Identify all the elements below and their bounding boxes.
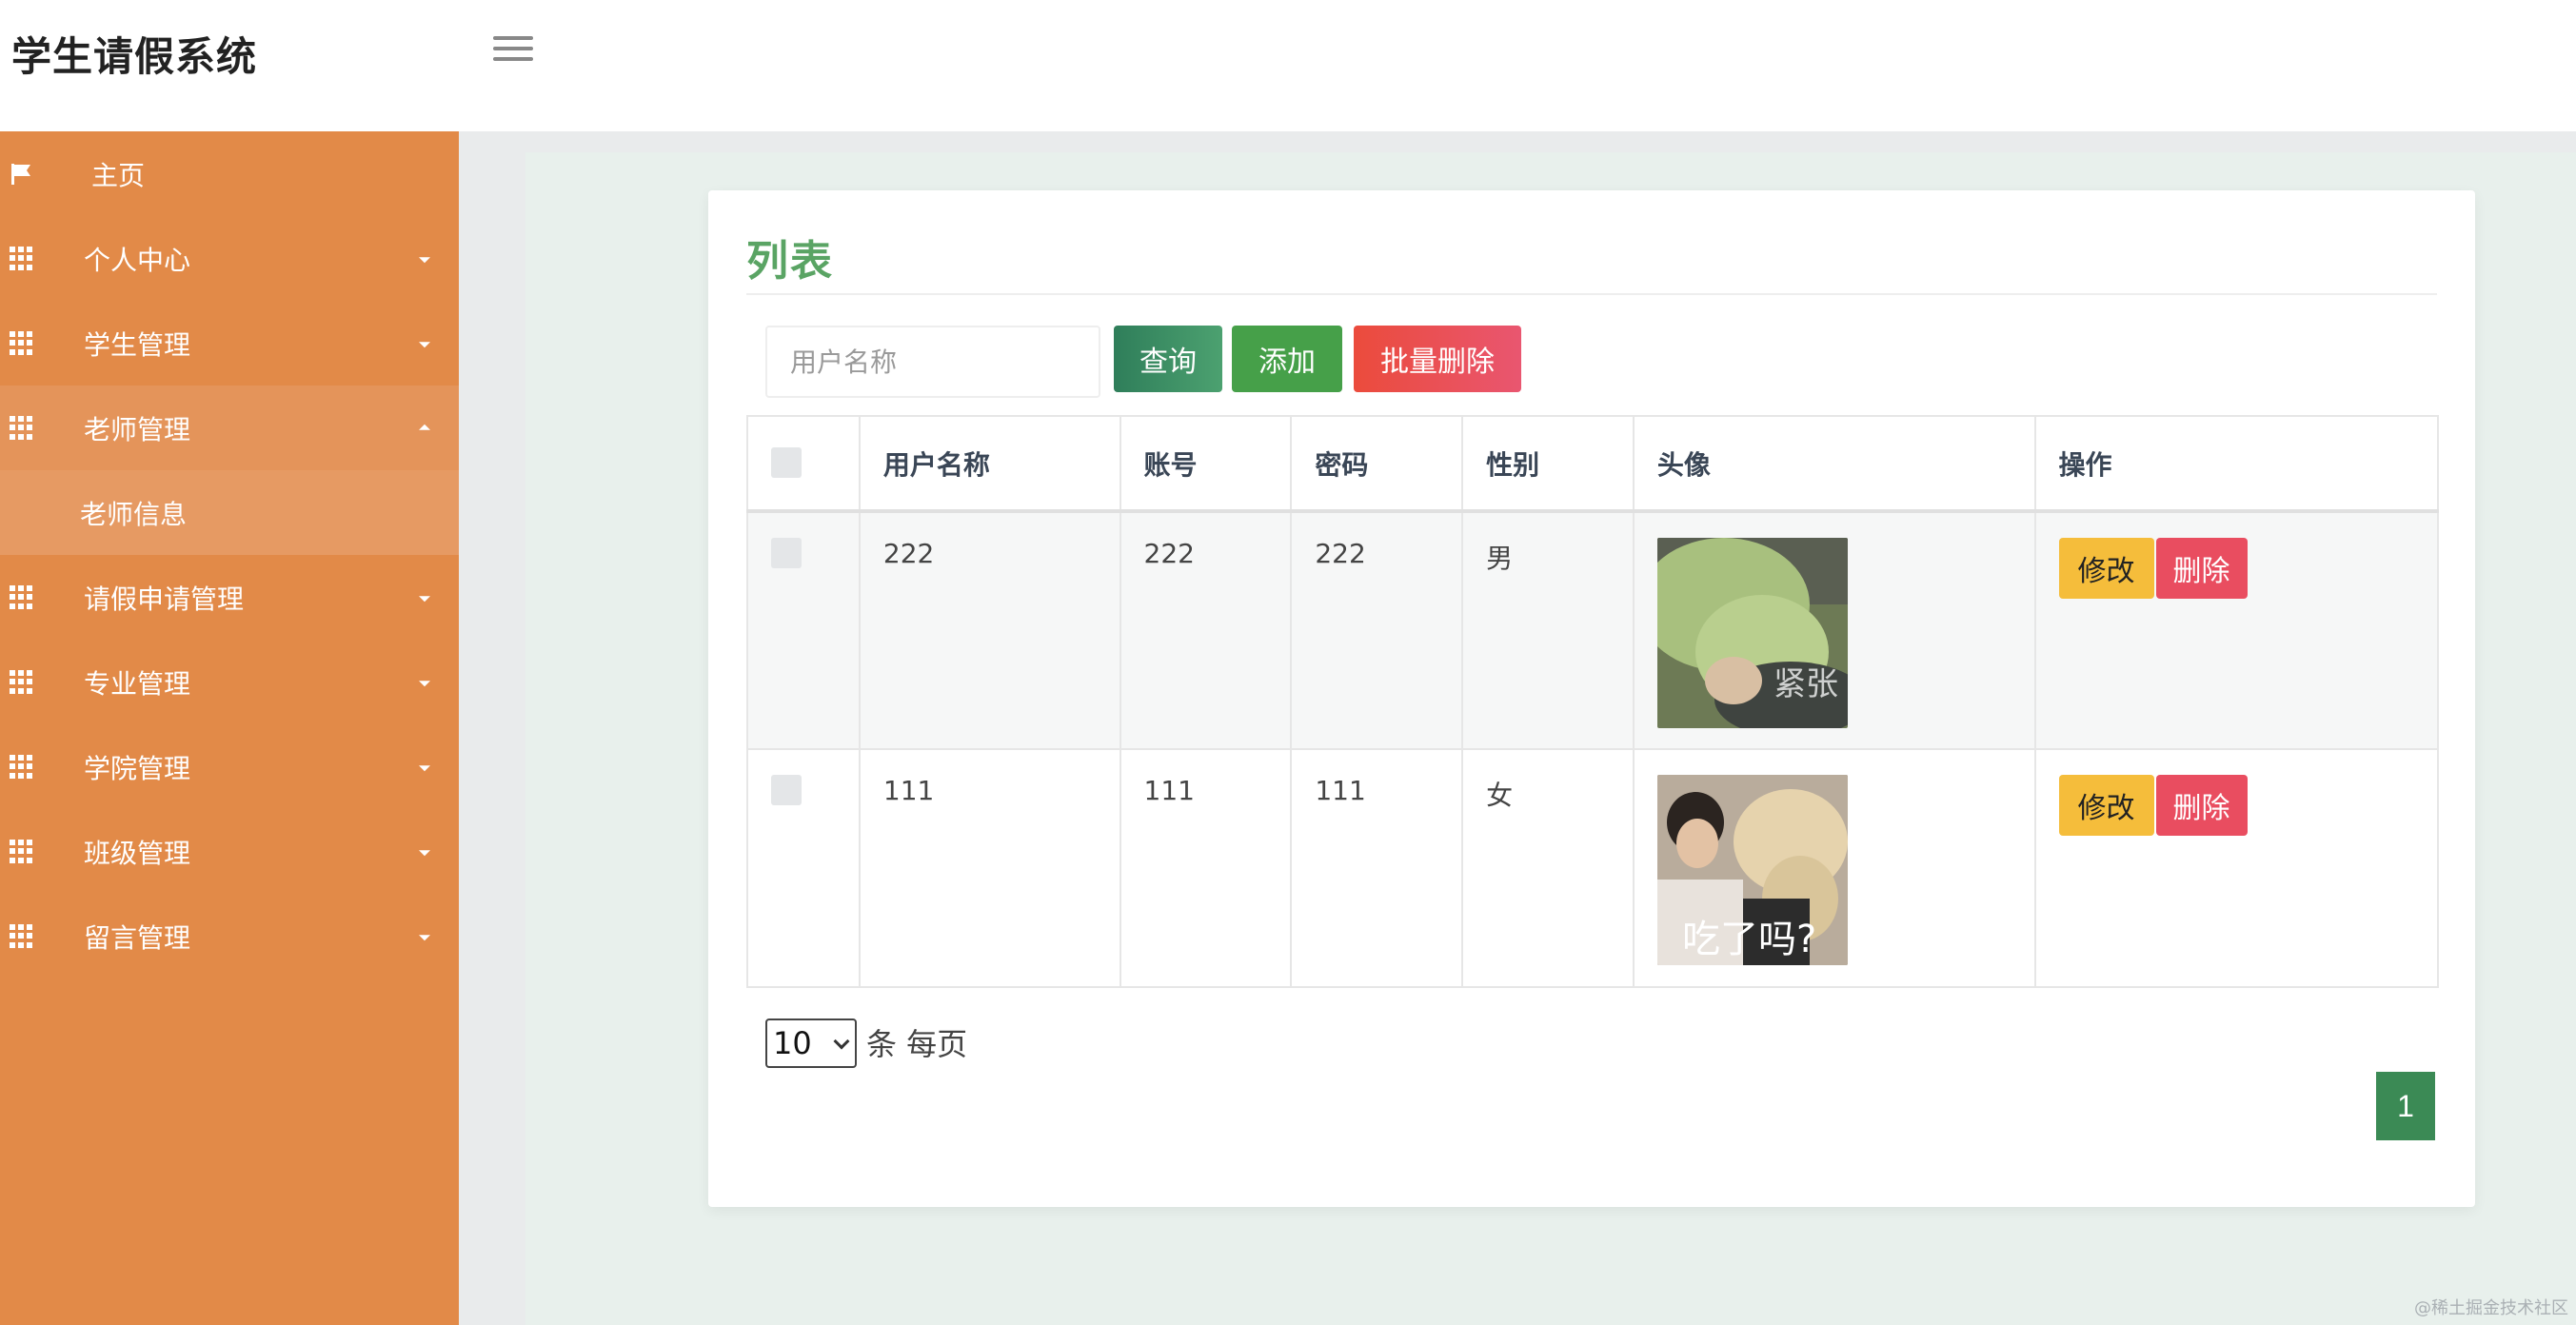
avatar-caption: 吃了吗? xyxy=(1682,918,1816,961)
sidebar-item-label: 请假申请管理 xyxy=(84,583,245,615)
select-all-cell xyxy=(746,415,861,512)
row-select-cell xyxy=(746,510,861,750)
sidebar-item-label: 主页 xyxy=(91,159,146,191)
sidebar-item-message-management[interactable]: 留言管理 xyxy=(0,894,459,979)
cell-actions: 修改 删除 xyxy=(2033,748,2440,988)
query-button[interactable]: 查询 xyxy=(1114,326,1222,392)
caret-down-icon xyxy=(419,680,430,686)
chevron-down-icon xyxy=(833,1033,850,1050)
per-page-label: 条 每页 xyxy=(866,1026,968,1062)
avatar-image: 吃了吗? xyxy=(1656,775,1848,965)
column-header-avatar: 头像 xyxy=(1632,415,2036,512)
teacher-table: 用户名称 账号 密码 性别 头像 操作 222 222 222 男 紧张 修改 … xyxy=(746,415,2440,988)
add-button[interactable]: 添加 xyxy=(1232,326,1342,392)
caret-down-icon xyxy=(419,764,430,771)
batch-delete-button[interactable]: 批量删除 xyxy=(1354,326,1521,392)
flag-icon xyxy=(10,162,34,187)
caret-down-icon xyxy=(419,934,430,940)
sidebar-item-student-management[interactable]: 学生管理 xyxy=(0,301,459,386)
row-checkbox[interactable] xyxy=(771,775,802,805)
title-divider xyxy=(746,293,2437,295)
grid-icon xyxy=(10,669,34,695)
caret-down-icon xyxy=(419,849,430,856)
cell-account: 111 xyxy=(1119,748,1293,988)
table-header-row: 用户名称 账号 密码 性别 头像 操作 xyxy=(746,415,2440,512)
delete-button[interactable]: 删除 xyxy=(2155,538,2248,599)
avatar-caption: 紧张 xyxy=(1773,665,1838,703)
column-header-gender: 性别 xyxy=(1461,415,1635,512)
sidebar-item-home[interactable]: 主页 xyxy=(0,131,459,216)
hamburger-menu-icon[interactable] xyxy=(493,36,533,69)
edit-button[interactable]: 修改 xyxy=(2058,775,2154,836)
column-header-account: 账号 xyxy=(1119,415,1293,512)
edit-button[interactable]: 修改 xyxy=(2058,538,2154,599)
content-top-strip xyxy=(459,131,2576,152)
cell-avatar: 吃了吗? xyxy=(1632,748,2036,988)
cell-username: 222 xyxy=(858,510,1121,750)
grid-icon xyxy=(10,330,34,356)
sidebar-subitem-teacher-info[interactable]: 老师信息 xyxy=(0,470,459,555)
grid-icon xyxy=(10,246,34,271)
table-row: 222 222 222 男 紧张 修改 删除 xyxy=(746,510,2440,750)
cell-gender: 女 xyxy=(1461,748,1635,988)
delete-button[interactable]: 删除 xyxy=(2155,775,2248,836)
sidebar: 主页 个人中心 学生管理 老师管理 老师信息 请假申请管理 专业管理 学院管理 … xyxy=(0,131,459,1325)
top-header: 学生请假系统 xyxy=(0,0,2576,131)
page-title: 列表 xyxy=(746,237,834,286)
caret-down-icon xyxy=(419,341,430,347)
cell-username: 111 xyxy=(858,748,1121,988)
column-header-password: 密码 xyxy=(1290,415,1464,512)
sidebar-item-label: 老师管理 xyxy=(84,413,191,445)
cell-gender: 男 xyxy=(1461,510,1635,750)
grid-icon xyxy=(10,839,34,864)
cell-actions: 修改 删除 xyxy=(2033,510,2440,750)
column-header-username: 用户名称 xyxy=(858,415,1121,512)
sidebar-item-label: 学院管理 xyxy=(84,752,191,784)
page-size-select[interactable]: 10 xyxy=(765,1018,857,1068)
page-size-value: 10 xyxy=(773,1025,812,1061)
sidebar-item-major-management[interactable]: 专业管理 xyxy=(0,640,459,724)
app-title: 学生请假系统 xyxy=(11,33,258,80)
sidebar-item-personal-center[interactable]: 个人中心 xyxy=(0,216,459,301)
grid-icon xyxy=(10,754,34,780)
column-header-actions: 操作 xyxy=(2033,415,2440,512)
grid-icon xyxy=(10,923,34,949)
cell-avatar: 紧张 xyxy=(1632,510,2036,750)
row-checkbox[interactable] xyxy=(771,538,802,568)
caret-up-icon xyxy=(419,424,430,430)
list-card: 列表 查询 添加 批量删除 用户名称 账号 密码 性别 头像 操作 222 22… xyxy=(708,190,2475,1207)
grid-icon xyxy=(10,415,34,441)
sidebar-item-class-management[interactable]: 班级管理 xyxy=(0,809,459,894)
username-search-input[interactable] xyxy=(765,326,1100,398)
cell-account: 222 xyxy=(1119,510,1293,750)
watermark: @稀土掘金技术社区 xyxy=(2414,1298,2568,1318)
caret-down-icon xyxy=(419,595,430,602)
caret-down-icon xyxy=(419,256,430,263)
avatar-image: 紧张 xyxy=(1656,538,1848,728)
cell-password: 222 xyxy=(1290,510,1464,750)
grid-icon xyxy=(10,584,34,610)
cell-password: 111 xyxy=(1290,748,1464,988)
sidebar-item-label: 学生管理 xyxy=(84,328,191,361)
row-select-cell xyxy=(746,748,861,988)
sidebar-item-label: 专业管理 xyxy=(84,667,191,700)
content-gutter xyxy=(459,131,525,1325)
sidebar-item-leave-management[interactable]: 请假申请管理 xyxy=(0,555,459,640)
sidebar-item-label: 留言管理 xyxy=(84,921,191,954)
table-row: 111 111 111 女 吃了吗? 修改 删除 xyxy=(746,748,2440,988)
select-all-checkbox[interactable] xyxy=(771,446,802,478)
page-1-button[interactable]: 1 xyxy=(2376,1072,2435,1140)
sidebar-item-label: 班级管理 xyxy=(84,837,191,869)
sidebar-item-teacher-management[interactable]: 老师管理 xyxy=(0,386,459,470)
sidebar-item-college-management[interactable]: 学院管理 xyxy=(0,724,459,809)
sidebar-item-label: 个人中心 xyxy=(84,244,191,276)
sidebar-subitem-label: 老师信息 xyxy=(80,498,188,530)
